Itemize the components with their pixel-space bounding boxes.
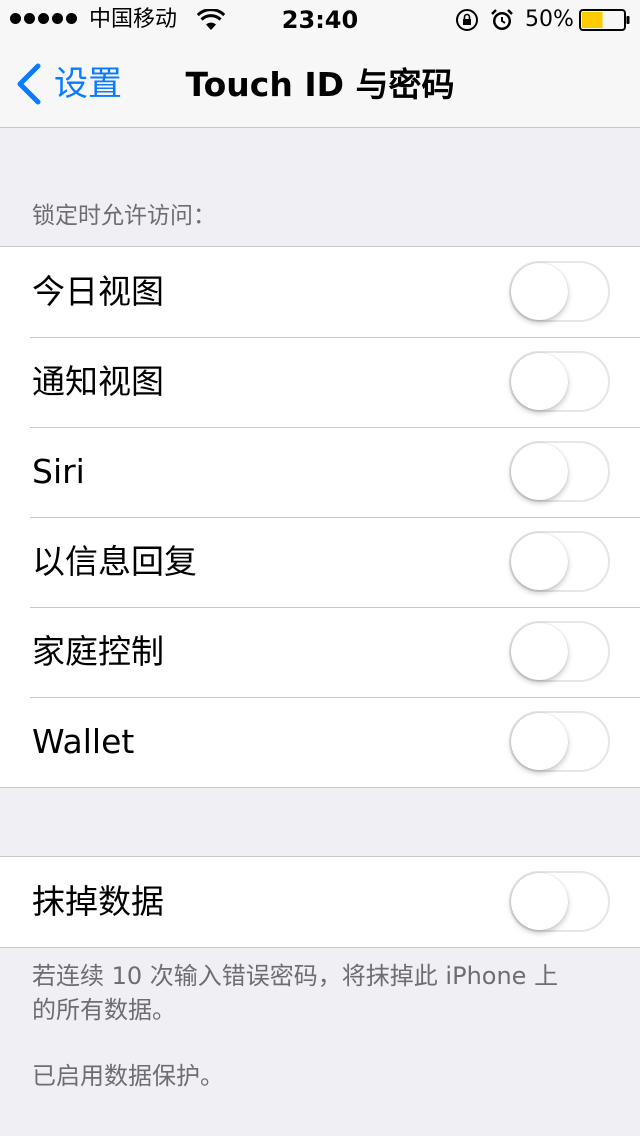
toggle-knob <box>511 353 568 410</box>
section-header-lock-access: 锁定时允许访问： <box>32 203 216 229</box>
siri-toggle[interactable] <box>509 441 610 502</box>
notification-view-toggle[interactable] <box>509 351 610 412</box>
orientation-lock-icon <box>456 9 478 31</box>
row-label: Wallet <box>32 722 135 761</box>
screen: 中国移动 23:40 50% 设置 Touch ID 与密码 锁定时允许访问： … <box>0 0 640 1136</box>
erase-data-footer: 若连续 10 次输入错误密码，将抹掉此 iPhone 上 的所有数据。 <box>32 959 612 1027</box>
toggle-knob <box>511 623 568 680</box>
toggle-knob <box>511 263 568 320</box>
erase-footer-line-2: 的所有数据。 <box>32 996 176 1024</box>
battery-percent: 50% <box>525 7 574 32</box>
setting-row-wallet: Wallet <box>0 697 640 787</box>
setting-row-reply-with-message: 以信息回复 <box>0 517 640 607</box>
lock-access-group: 今日视图 通知视图 Siri 以信息回复 家庭控制 Wallet <box>0 246 640 788</box>
erase-data-toggle[interactable] <box>509 871 610 932</box>
row-label: 家庭控制 <box>32 632 164 671</box>
setting-row-erase-data: 抹掉数据 <box>0 857 640 947</box>
toggle-knob <box>511 713 568 770</box>
row-label: 通知视图 <box>32 362 164 401</box>
wallet-toggle[interactable] <box>509 711 610 772</box>
row-label: 以信息回复 <box>32 542 197 581</box>
home-control-toggle[interactable] <box>509 621 610 682</box>
row-label: 今日视图 <box>32 272 164 311</box>
toggle-knob <box>511 443 568 500</box>
battery-icon <box>579 9 630 31</box>
setting-row-today-view: 今日视图 <box>0 247 640 337</box>
data-protection-note: 已启用数据保护。 <box>32 1062 224 1090</box>
setting-row-notification-view: 通知视图 <box>0 337 640 427</box>
erase-footer-line-1: 若连续 10 次输入错误密码，将抹掉此 iPhone 上 <box>32 962 559 990</box>
setting-row-home-control: 家庭控制 <box>0 607 640 697</box>
reply-with-message-toggle[interactable] <box>509 531 610 592</box>
toggle-knob <box>511 873 568 930</box>
row-label: Siri <box>32 452 85 491</box>
toggle-knob <box>511 533 568 590</box>
nav-bar: 设置 Touch ID 与密码 <box>0 40 640 128</box>
page-title: Touch ID 与密码 <box>185 65 455 104</box>
status-bar: 中国移动 23:40 50% <box>0 0 640 40</box>
alarm-icon <box>491 9 513 30</box>
today-view-toggle[interactable] <box>509 261 610 322</box>
row-label: 抹掉数据 <box>32 882 164 921</box>
erase-data-group: 抹掉数据 <box>0 856 640 948</box>
setting-row-siri: Siri <box>0 427 640 517</box>
